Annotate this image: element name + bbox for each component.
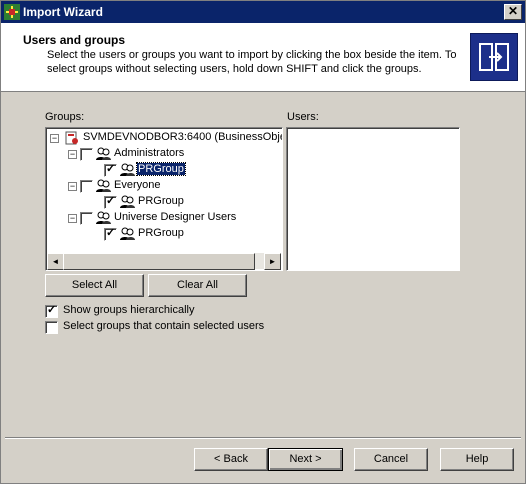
scroll-left-button[interactable]: ◄ — [47, 253, 64, 270]
tree-item-everyone[interactable]: − Everyone — [68, 178, 268, 194]
window-title: Import Wizard — [23, 5, 103, 19]
help-button[interactable]: Help — [440, 448, 514, 471]
show-hierarchically-label: Show groups hierarchically — [63, 304, 195, 316]
group-users-icon — [96, 211, 111, 224]
group-users-icon — [120, 163, 135, 176]
tree-item-label: PRGroup — [138, 195, 184, 207]
tree-item-universe-designer-users[interactable]: − Universe Designer Users — [68, 210, 268, 226]
tree-item-label: Universe Designer Users — [114, 211, 237, 223]
server-icon — [65, 131, 78, 145]
tree-item-prgroup[interactable]: PRGroup — [86, 194, 266, 210]
title-bar[interactable]: Import Wizard ✕ — [1, 1, 525, 23]
tree-item-label: Everyone — [114, 179, 161, 191]
tree-item-label: PRGroup — [138, 227, 184, 239]
collapse-icon[interactable]: − — [68, 182, 77, 191]
select-all-button[interactable]: Select All — [45, 274, 144, 297]
group-checkbox[interactable] — [104, 162, 117, 177]
collapse-icon[interactable]: − — [50, 134, 59, 143]
groups-label: Groups: — [45, 111, 85, 123]
arrow-right-icon: ► — [268, 257, 277, 266]
group-users-icon — [96, 147, 111, 160]
group-checkbox[interactable] — [104, 194, 117, 209]
next-button[interactable]: Next > — [268, 448, 343, 471]
tree-item-prgroup[interactable]: PRGroup — [86, 162, 266, 178]
tree-root-node[interactable]: − SVMDEVNODBOR3:6400 (BusinessObje — [50, 130, 283, 146]
back-button[interactable]: < Back — [194, 448, 268, 471]
clear-all-button[interactable]: Clear All — [148, 274, 247, 297]
close-icon: ✕ — [507, 4, 519, 18]
page-description: Select the users or groups you want to i… — [47, 49, 457, 75]
import-wizard-logo-icon — [470, 33, 518, 81]
show-hierarchically-checkbox[interactable] — [45, 303, 58, 318]
collapse-icon[interactable]: − — [68, 150, 77, 159]
group-users-icon — [96, 179, 111, 192]
group-users-icon — [120, 227, 135, 240]
close-button[interactable]: ✕ — [504, 4, 522, 20]
arrow-left-icon: ◄ — [51, 257, 60, 266]
wizard-app-icon — [4, 4, 20, 20]
group-checkbox[interactable] — [80, 148, 93, 161]
select-containing-label: Select groups that contain selected user… — [63, 320, 265, 332]
users-list[interactable] — [286, 127, 460, 271]
scroll-right-button[interactable]: ► — [264, 253, 281, 270]
tree-item-label: PRGroup — [136, 162, 186, 176]
tree-item-prgroup[interactable]: PRGroup — [86, 226, 266, 242]
group-checkbox[interactable] — [104, 226, 117, 241]
tree-item-label: Administrators — [114, 147, 185, 159]
collapse-icon[interactable]: − — [68, 214, 77, 223]
groups-tree[interactable]: − SVMDEVNODBOR3:6400 (BusinessObje − Adm… — [45, 127, 283, 271]
horizontal-scrollbar[interactable]: ◄ ► — [47, 253, 281, 270]
group-checkbox[interactable] — [80, 212, 93, 225]
select-containing-checkbox[interactable] — [45, 321, 58, 334]
users-label: Users: — [287, 111, 319, 123]
footer-separator — [5, 437, 521, 439]
cancel-button[interactable]: Cancel — [354, 448, 428, 471]
group-checkbox[interactable] — [80, 180, 93, 193]
wizard-header: Users and groups Select the users or gro… — [1, 23, 525, 92]
import-wizard-window: Import Wizard ✕ Users and groups Select … — [0, 0, 526, 484]
scroll-thumb[interactable] — [63, 253, 255, 270]
page-title: Users and groups — [23, 33, 126, 47]
group-users-icon — [120, 195, 135, 208]
tree-root-label: SVMDEVNODBOR3:6400 (BusinessObje — [83, 131, 283, 143]
tree-item-administrators[interactable]: − Administrators — [68, 146, 268, 162]
